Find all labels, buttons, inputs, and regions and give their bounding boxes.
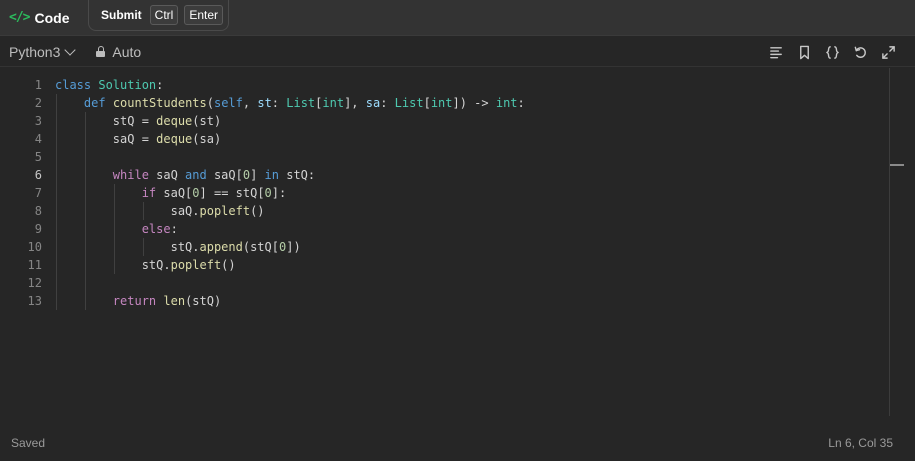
line-number: 7 (34, 186, 42, 200)
panel-header: </> Code Submit Ctrl Enter (0, 0, 915, 36)
panel-title: Code (34, 9, 70, 26)
code-line[interactable]: class Solution: (55, 76, 525, 94)
line-number: 3 (34, 114, 42, 128)
line-number: 5 (34, 150, 42, 164)
auto-mode-indicator[interactable]: Auto (96, 44, 141, 60)
chevron-down-icon (64, 43, 77, 56)
lock-icon (96, 46, 106, 57)
code-brackets-icon: </> (9, 10, 31, 25)
bookmark-icon[interactable] (796, 44, 813, 61)
cursor-position[interactable]: Ln 6, Col 35 (828, 436, 893, 450)
code-line[interactable]: def countStudents(self, st: List[int], s… (55, 94, 525, 112)
save-status: Saved (11, 436, 46, 450)
braces-icon[interactable] (824, 44, 841, 61)
scrollbar-cursor-marker (890, 164, 904, 166)
code-content[interactable]: class Solution: def countStudents(self, … (55, 76, 525, 310)
editor-toolbar: Python3 Auto (0, 37, 915, 67)
code-line[interactable]: saQ = deque(sa) (55, 130, 525, 148)
submit-label: Submit (101, 8, 142, 22)
line-number: 1 (34, 78, 42, 92)
line-number: 8 (34, 204, 42, 218)
line-number: 4 (34, 132, 42, 146)
code-editor[interactable]: 1 2 3 4 5 6 7 8 9 10 11 12 13 class Solu… (0, 68, 915, 418)
panel-tab-code[interactable]: </> Code (9, 0, 69, 36)
language-select[interactable]: Python3 (9, 43, 77, 60)
vertical-scrollbar[interactable] (889, 68, 890, 416)
format-icon[interactable] (768, 44, 785, 61)
auto-mode-label: Auto (112, 43, 142, 60)
code-line[interactable]: stQ.popleft() (55, 256, 525, 274)
line-number: 13 (27, 294, 42, 308)
code-line[interactable]: stQ.append(stQ[0]) (55, 238, 525, 256)
reset-icon[interactable] (852, 44, 869, 61)
code-line[interactable]: stQ = deque(st) (55, 112, 525, 130)
code-line[interactable]: ​ (55, 274, 525, 292)
code-line[interactable]: else: (55, 220, 525, 238)
line-number: 10 (27, 240, 42, 254)
shortcut-key-enter: Enter (184, 5, 224, 25)
line-number: 9 (34, 222, 42, 236)
code-line[interactable]: saQ.popleft() (55, 202, 525, 220)
fullscreen-icon[interactable] (880, 44, 897, 61)
shortcut-key-ctrl: Ctrl (149, 5, 179, 25)
code-editor-panel: </> Code Submit Ctrl Enter Python3 Auto (0, 0, 915, 461)
code-line[interactable]: while saQ and saQ[0] in stQ: (55, 166, 525, 184)
line-number-active: 6 (34, 168, 42, 182)
line-number-gutter: 1 2 3 4 5 6 7 8 9 10 11 12 13 (0, 76, 42, 310)
line-number: 11 (27, 258, 42, 272)
line-number: 2 (34, 96, 42, 110)
line-number: 12 (27, 276, 42, 290)
status-bar: Saved Ln 6, Col 35 (0, 432, 915, 454)
code-line[interactable]: return len(stQ) (55, 292, 525, 310)
code-line[interactable]: ​ (55, 148, 525, 166)
submit-button[interactable]: Submit Ctrl Enter (88, 0, 229, 31)
editor-tools (768, 37, 897, 67)
language-label: Python3 (9, 43, 61, 60)
code-line[interactable]: if saQ[0] == stQ[0]: (55, 184, 525, 202)
